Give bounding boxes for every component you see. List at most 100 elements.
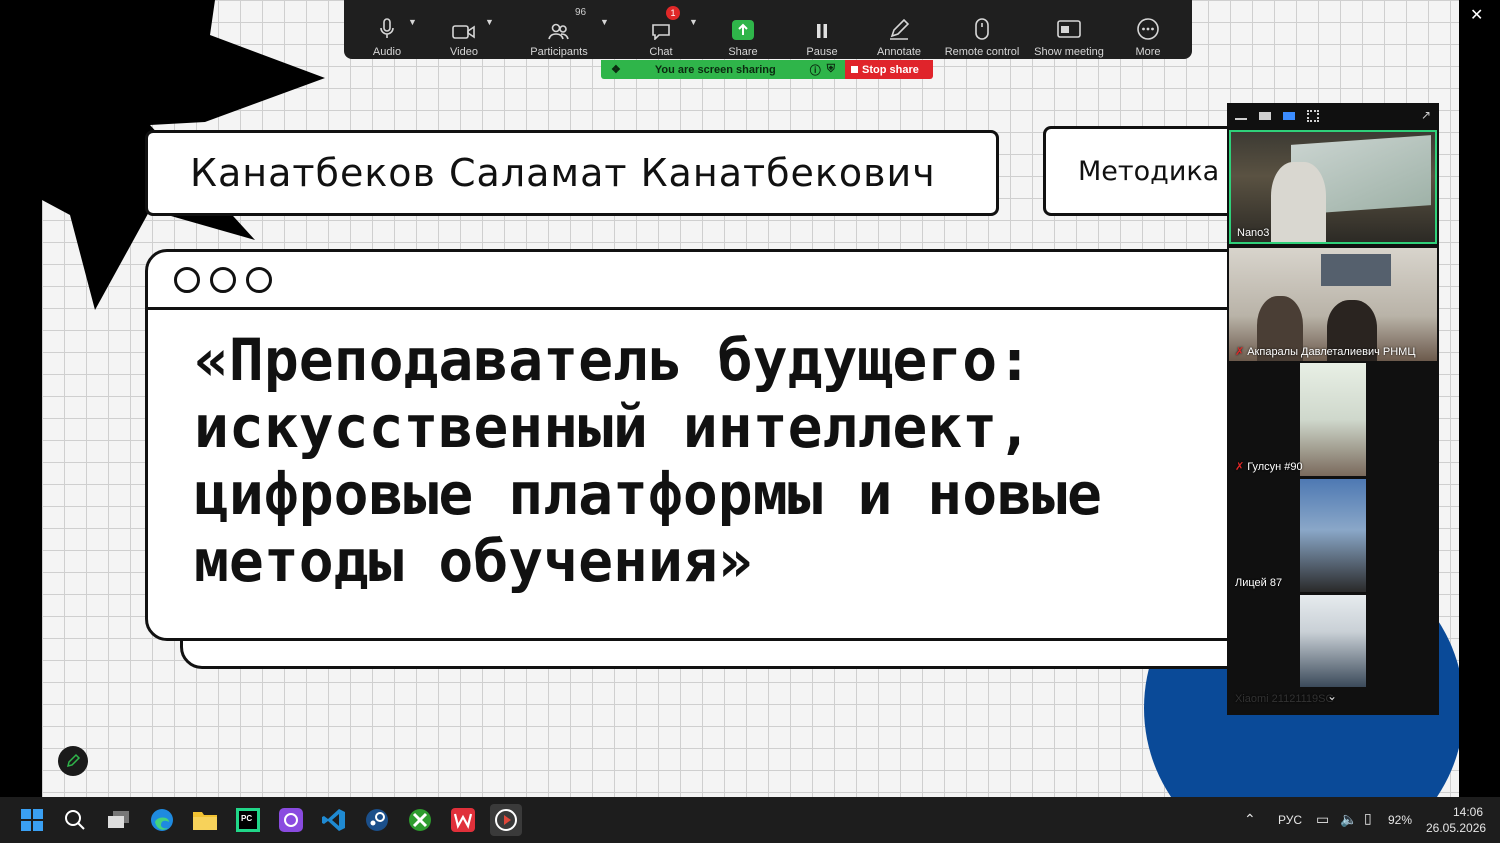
pause-share-button[interactable]: Pause	[802, 6, 842, 58]
zoom-meeting-toolbar: Audio ▼ Video ▼ Participants 96 ▼ Chat 1…	[344, 0, 1192, 59]
strip-view-icon[interactable]	[1283, 112, 1295, 120]
wps-icon[interactable]	[449, 806, 477, 834]
video-gallery-panel: ↗ Nano3 ✗ Акпаралы Давлеталиевич РНМЦ ✗ Гу…	[1227, 103, 1439, 715]
participant-name: Лицей 87	[1235, 577, 1283, 589]
clock-date[interactable]: 26.05.2026	[1426, 821, 1486, 835]
video-button[interactable]: Video	[446, 6, 482, 58]
mouse-icon	[975, 18, 989, 40]
wall-picture	[1321, 254, 1391, 286]
video-label: Video	[450, 46, 478, 58]
share-button[interactable]: Share	[725, 6, 761, 58]
window-dot-icon	[174, 266, 200, 293]
stop-share-label: Stop share	[862, 63, 919, 76]
info-icon[interactable]: ⓘ	[810, 62, 821, 78]
pencil-icon	[890, 18, 910, 40]
media-player-icon[interactable]	[490, 804, 522, 836]
video-options-chevron-icon[interactable]: ▼	[485, 17, 494, 27]
participants-options-chevron-icon[interactable]: ▼	[600, 17, 609, 27]
participant-tile[interactable]: Xiaomi 21121119SG ⌄	[1229, 595, 1437, 708]
chat-icon	[652, 24, 670, 40]
close-icon[interactable]: ✕	[1470, 5, 1483, 25]
author-name-box: Канатбеков Саламат Канатбекович	[145, 130, 999, 216]
chat-label: Chat	[649, 46, 673, 58]
participant-video	[1300, 595, 1366, 687]
sharing-status: ❖ You are screen sharing ⓘ ⛨	[601, 60, 845, 79]
participant-video	[1300, 363, 1366, 476]
participant-name: Nano3	[1237, 227, 1270, 239]
speaker-view-icon[interactable]	[1259, 112, 1271, 120]
chat-unread-badge: 1	[666, 6, 680, 20]
participant-video	[1300, 479, 1366, 592]
shared-screen: Канатбеков Саламат Канатбекович Методика…	[0, 0, 1500, 797]
participant-tile[interactable]: Nano3	[1229, 130, 1437, 244]
windows-taskbar: PC ⌃ РУС ▭ 🔈 ▯ 92% 14:06 26.05.2026	[0, 797, 1500, 843]
shield-icon: ⛨	[826, 63, 835, 75]
remote-control-label: Remote control	[944, 46, 1020, 58]
window-dot-icon	[246, 266, 272, 293]
battery-percent: 92%	[1388, 813, 1413, 827]
window-titlebar	[148, 252, 1262, 310]
video-camera-icon	[452, 25, 475, 39]
file-explorer-icon[interactable]	[191, 806, 219, 834]
annotate-label: Annotate	[876, 46, 922, 58]
show-meeting-button[interactable]: Show meeting	[1031, 6, 1107, 58]
stop-icon	[851, 66, 858, 73]
expand-icon[interactable]: ↗	[1421, 108, 1431, 122]
audio-options-chevron-icon[interactable]: ▼	[408, 17, 417, 27]
subject-label: Методика	[1078, 155, 1220, 187]
battery-icon[interactable]: ▯	[1364, 810, 1372, 827]
svg-text:PC: PC	[241, 814, 252, 823]
volume-icon[interactable]: 🔈	[1340, 811, 1357, 828]
remote-control-button[interactable]: Remote control	[942, 6, 1022, 58]
more-button[interactable]: More	[1130, 6, 1166, 58]
slide-window: «Преподаватель будущего: искусственный и…	[145, 249, 1265, 641]
more-icon	[1137, 18, 1159, 40]
participants-count: 96	[575, 7, 587, 18]
person-silhouette	[1271, 162, 1326, 242]
stop-share-button[interactable]: Stop share	[845, 60, 933, 79]
pause-label: Pause	[806, 46, 838, 58]
sharing-status-text: You are screen sharing	[654, 63, 776, 76]
participant-name: Акпаралы Давлеталиевич РНМЦ	[1247, 346, 1416, 358]
muted-mic-icon: ✗	[1235, 346, 1245, 358]
participant-tile[interactable]: ✗ Акпаралы Давлеталиевич РНМЦ	[1229, 248, 1437, 361]
task-view-icon[interactable]	[105, 806, 133, 834]
xbox-icon[interactable]	[406, 806, 434, 834]
subject-box: Методика	[1043, 126, 1253, 216]
participant-tile[interactable]: Лицей 87	[1229, 479, 1437, 592]
edit-pencil-icon[interactable]	[58, 746, 88, 776]
clock-time[interactable]: 14:06	[1453, 805, 1483, 819]
participant-name: Xiaomi 21121119SG	[1235, 693, 1335, 705]
slide-title: «Преподаватель будущего: искусственный и…	[194, 326, 1102, 595]
share-label: Share	[728, 46, 758, 58]
gallery-view-icon[interactable]	[1307, 110, 1319, 122]
minimize-icon[interactable]	[1235, 118, 1247, 120]
search-icon[interactable]	[61, 806, 89, 834]
sharing-leaf-icon: ❖	[611, 64, 621, 76]
network-icon[interactable]: ▭	[1316, 811, 1329, 828]
language-indicator[interactable]: РУС	[1278, 813, 1302, 827]
author-name: Канатбеков Саламат Канатбекович	[190, 151, 936, 195]
pause-icon	[817, 24, 827, 38]
steam-icon[interactable]	[363, 806, 391, 834]
participant-name: Гулсун #90	[1247, 461, 1303, 473]
audio-button[interactable]: Audio	[369, 6, 405, 58]
chat-options-chevron-icon[interactable]: ▼	[689, 17, 698, 27]
share-screen-icon	[732, 20, 754, 40]
participant-tile[interactable]: ✗ Гулсун #90	[1229, 363, 1437, 476]
participant-name-label: ✗ Гулсун #90	[1235, 460, 1303, 473]
more-label: More	[1135, 46, 1161, 58]
screen-sharing-bar: ❖ You are screen sharing ⓘ ⛨ Stop share	[601, 60, 933, 79]
annotate-button[interactable]: Annotate	[872, 6, 926, 58]
start-icon[interactable]	[18, 806, 46, 834]
participants-icon	[548, 23, 569, 40]
participants-label: Participants	[530, 46, 588, 58]
audio-label: Audio	[372, 46, 402, 58]
vscode-icon[interactable]	[320, 806, 348, 834]
app-icon[interactable]	[277, 806, 305, 834]
scroll-down-chevron-icon[interactable]: ⌄	[1327, 689, 1337, 703]
muted-mic-icon: ✗	[1235, 461, 1245, 473]
edge-icon[interactable]	[148, 806, 176, 834]
show-hidden-icons-chevron-icon[interactable]: ⌃	[1244, 811, 1256, 828]
pycharm-icon[interactable]: PC	[234, 806, 262, 834]
